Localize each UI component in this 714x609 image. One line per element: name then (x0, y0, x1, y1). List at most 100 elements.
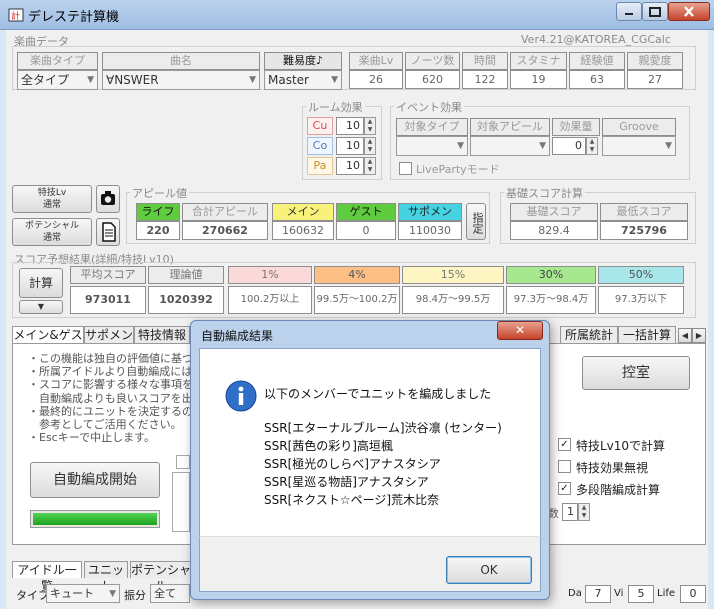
liveparty-label: LivePartyモード (416, 163, 500, 176)
chevron-down-icon: ▼ (109, 589, 116, 599)
note-line: ・スコアに影響する様々な事項を考 (28, 378, 204, 392)
ok-button[interactable]: OK (446, 556, 532, 584)
tab-batch-calc[interactable]: 一括計算 (618, 326, 676, 343)
room-co-label: Co (307, 137, 333, 155)
event-amount-input[interactable]: 0 (552, 137, 586, 155)
chevron-down-icon: ▼ (87, 75, 94, 85)
calc-button[interactable]: 計算 (19, 268, 63, 298)
option-label: 多段階編成計算 (576, 483, 661, 497)
stat-header: 楽曲Lv (349, 52, 403, 70)
room-title: ルーム効果 (306, 99, 365, 115)
stat-value: 27 (627, 70, 683, 89)
stat-header: 経験値 (569, 52, 625, 70)
info-icon (225, 380, 257, 412)
room-co-input[interactable]: 10 (336, 137, 364, 155)
version-label: Ver4.21@KATOREA_CGCalc (521, 33, 671, 46)
note-line: 参考としてご活用ください。 (28, 418, 182, 432)
spin-arrows-icon[interactable]: ▲ ▼ (364, 117, 376, 135)
song-name-select[interactable]: ∀NSWER ▼ (102, 70, 260, 90)
room-button[interactable]: 控室 (582, 356, 690, 390)
spin-arrows-icon[interactable]: ▲ ▼ (586, 137, 598, 155)
appeal-header-main: メイン (272, 203, 334, 221)
room-pa-input[interactable]: 10 (336, 157, 364, 175)
assign-button[interactable]: 指定 (466, 203, 486, 240)
progress-bar (30, 510, 160, 528)
collapsed-list (172, 472, 190, 532)
base-score-title: 基礎スコア計算 (504, 185, 585, 201)
close-icon: ✕ (514, 323, 526, 337)
dialog-title: 自動編成結果 (201, 329, 274, 343)
tab-potential[interactable]: ポテンシャル (130, 561, 192, 593)
song-name-header: 曲名 (102, 52, 260, 70)
tab-affiliation-stats[interactable]: 所属統計 (560, 326, 618, 343)
event-appeal-select[interactable]: ▼ (470, 136, 550, 156)
song-type-select[interactable]: 全タイプ ▼ (17, 70, 98, 90)
chevron-down-icon: ▼ (249, 75, 256, 85)
chevron-down-icon: ▼ (331, 75, 338, 85)
event-type-select[interactable]: ▼ (396, 136, 468, 156)
maximize-button[interactable] (642, 2, 668, 21)
stat-value: 19 (510, 70, 567, 89)
da-input[interactable]: 7 (585, 585, 611, 603)
member-item: SSR[ネクスト☆ページ]荒木比奈 (264, 493, 440, 507)
member-item: SSR[星巡る物語]アナスタシア (264, 475, 429, 489)
base-score-header: 基礎スコア (510, 203, 598, 221)
stat-header: 親愛度 (627, 52, 683, 70)
appeal-header-life: ライフ (136, 203, 180, 221)
member-item: SSR[極光のしらべ]アナスタシア (264, 457, 441, 471)
auto-start-button[interactable]: 自動編成開始 (30, 462, 160, 498)
note-line: ・この機能は独自の評価値に基づ (28, 352, 193, 365)
base-score-value: 829.4 (510, 221, 598, 240)
option-checkbox[interactable]: ✓ (558, 438, 571, 451)
tab-support[interactable]: サポメン (84, 326, 134, 343)
stat-value: 620 (405, 70, 460, 89)
pct-value: 100.2万以上 (228, 286, 312, 314)
pct-header: 1% (228, 266, 312, 284)
appeal-header-support: サポメン (398, 203, 462, 221)
split-select[interactable]: 全て (150, 584, 190, 603)
option-checkbox[interactable]: ✓ (558, 482, 571, 495)
calc-dropdown-button[interactable]: ▼ (19, 300, 63, 314)
tab-scroll-left-button[interactable]: ◀ (678, 328, 692, 343)
dialog-close-button[interactable]: ✕ (497, 321, 543, 340)
option-label: 特技効果無視 (576, 461, 649, 475)
min-score-value: 725796 (600, 221, 688, 240)
life-input[interactable]: 0 (680, 585, 706, 603)
type-filter-select[interactable]: キュート ▼ (46, 584, 120, 603)
vi-input[interactable]: 5 (628, 585, 654, 603)
minimize-icon (625, 13, 633, 15)
minimize-button[interactable] (616, 2, 642, 21)
count-input[interactable]: 1 (562, 503, 578, 521)
difficulty-value: Master (268, 73, 309, 87)
spin-arrows-icon[interactable]: ▲ ▼ (364, 137, 376, 155)
life-label: Life (657, 588, 676, 599)
spin-arrows-icon[interactable]: ▲ ▼ (364, 157, 376, 175)
option-label: 特技Lv10で計算 (576, 439, 666, 453)
pct-value: 97.3万〜98.4万 (506, 286, 596, 314)
spin-arrows-icon[interactable]: ▲ ▼ (578, 503, 590, 521)
event-groove-select[interactable]: ▼ (602, 136, 676, 156)
theory-header: 理論値 (148, 266, 224, 284)
document-button[interactable] (96, 218, 120, 246)
skill-lv-button[interactable]: 特技Lv 通常 (12, 185, 92, 213)
tab-scroll-right-button[interactable]: ▶ (692, 328, 706, 343)
potential-button[interactable]: ポテンシャル 通常 (12, 218, 92, 246)
maximize-icon (649, 7, 661, 17)
tab-skill-info[interactable]: 特技情報 (134, 326, 190, 343)
min-score-header: 最低スコア (600, 203, 688, 221)
option-checkbox[interactable] (558, 460, 571, 473)
tab-idol-list[interactable]: アイドル一覧 (12, 561, 82, 593)
event-header: 対象アピール (470, 118, 550, 136)
tab-unit[interactable]: ユニット (84, 561, 128, 593)
appeal-title: アピール値 (130, 185, 189, 201)
appeal-header-total: 合計アピール (182, 203, 268, 221)
tab-main-guest[interactable]: メイン&ゲスト (12, 326, 84, 358)
document-icon (102, 222, 116, 242)
camera-button[interactable] (96, 185, 120, 213)
room-cu-input[interactable]: 10 (336, 117, 364, 135)
difficulty-select[interactable]: Master ▼ (264, 70, 342, 90)
liveparty-checkbox[interactable] (399, 162, 412, 175)
note-line: ・所属アイドルより自動編成には (28, 365, 193, 379)
close-window-button[interactable] (668, 2, 710, 21)
difficulty-header: 難易度♪ (264, 52, 342, 70)
